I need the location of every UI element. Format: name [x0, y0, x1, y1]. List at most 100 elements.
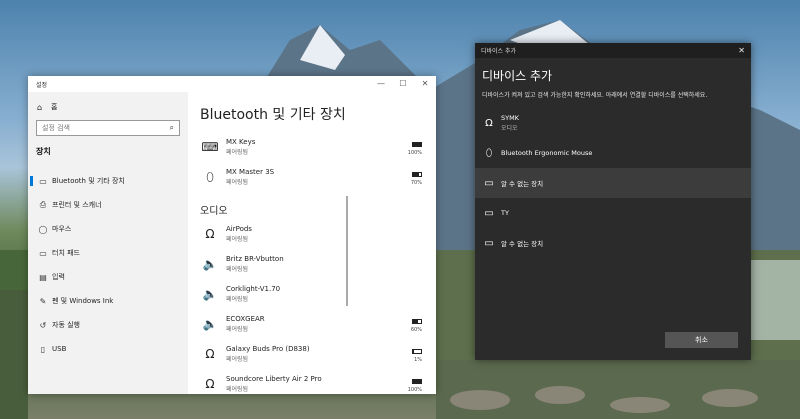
battery-indicator: 100%	[408, 140, 422, 156]
home-link[interactable]: ⌂ 홈	[28, 96, 188, 118]
device-status: 페어링됨	[226, 386, 249, 393]
device-status: 페어링됨	[226, 149, 249, 156]
settings-window: 설정 — ☐ ✕ ⌂ 홈 설정 검색 ⌕ 장치 ▭ Bluetooth 및 기타 …	[28, 76, 436, 394]
discovered-device-name: Bluetooth Ergonomic Mouse	[501, 149, 593, 157]
close-button[interactable]: ✕	[414, 76, 436, 92]
battery-percent: 70%	[410, 180, 422, 186]
sidebar-item-label: Bluetooth 및 기타 장치	[52, 177, 125, 185]
discovered-device-type: 오디오	[501, 125, 518, 132]
add-device-dialog: 디바이스 추가 ✕ 디바이스 추가 디바이스가 켜져 있고 검색 가능한지 확인…	[475, 43, 751, 360]
device-name: Corklight-V1.70	[226, 285, 281, 293]
battery-icon	[412, 379, 422, 384]
device-status: 페어링됨	[226, 266, 249, 273]
sidebar-item-label: 마우스	[52, 225, 72, 233]
scrollbar[interactable]	[346, 196, 348, 306]
search-input[interactable]: 설정 검색 ⌕	[36, 120, 180, 136]
minimize-button[interactable]: —	[370, 76, 392, 92]
sidebar-item[interactable]: ↺ 자동 실행	[28, 313, 188, 337]
mouse-icon: ⬯	[485, 147, 493, 159]
mouse-icon: ◯	[38, 224, 48, 234]
device-text: Soundcore Liberty Air 2 Pro 페어링됨	[226, 375, 322, 393]
device-name: ECOXGEAR	[226, 315, 265, 323]
device-name: AirPods	[226, 225, 252, 233]
device-status: 페어링됨	[226, 356, 249, 363]
discovered-device-text: Bluetooth Ergonomic Mouse	[501, 149, 592, 157]
search-placeholder: 설정 검색	[42, 124, 70, 132]
unknown-device-icon: ▭	[484, 237, 494, 249]
device-name: MX Master 3S	[226, 168, 275, 176]
printer-icon: ⎙	[39, 200, 47, 209]
touchpad-icon: ▭	[39, 248, 47, 258]
discovered-device-name: 알 수 없는 장치	[501, 240, 544, 248]
sidebar-item-label: 프린터 및 스캐너	[52, 201, 102, 209]
battery-percent: 1%	[414, 357, 422, 363]
headset-icon: Ω	[205, 377, 215, 391]
audio-section-heading: 오디오	[200, 206, 228, 217]
sidebar-item[interactable]: ▯ USB	[28, 337, 188, 361]
device-row[interactable]: Ω AirPods 페어링됨	[188, 219, 436, 249]
discovered-device-text: SYMK 오디오	[501, 114, 519, 132]
settings-titlebar: 설정 — ☐ ✕	[28, 76, 436, 92]
device-row[interactable]: Ω Galaxy Buds Pro (D838) 페어링됨 1%	[188, 339, 436, 369]
dialog-heading: 디바이스 추가	[482, 69, 553, 83]
battery-indicator: 100%	[408, 377, 422, 393]
battery-icon	[412, 142, 422, 147]
device-list-audio: Ω AirPods 페어링됨 🔈 Britz BR-Vbutton 페어링됨 🔈 Corkli…	[188, 219, 436, 394]
discovered-device-text: TY	[501, 209, 509, 217]
sidebar-item-label: 펜 및 Windows Ink	[52, 297, 114, 305]
device-row[interactable]: ⬯ MX Master 3S 페어링됨 70%	[188, 162, 436, 192]
page-title: Bluetooth 및 기타 장치	[200, 107, 346, 123]
device-list-input: ⌨ MX Keys 페어링됨 100% ⬯ MX Master 3S 페어링됨 70%	[188, 132, 436, 192]
sidebar-item[interactable]: ◯ 마우스	[28, 217, 188, 241]
headphones-icon: Ω	[205, 227, 215, 241]
device-row[interactable]: ⌨ MX Keys 페어링됨 100%	[188, 132, 436, 162]
search-icon: ⌕	[169, 123, 174, 132]
device-name: Britz BR-Vbutton	[226, 255, 284, 263]
battery-indicator: 60%	[411, 317, 422, 333]
discovered-device[interactable]: ⬯ Bluetooth Ergonomic Mouse	[475, 138, 751, 168]
battery-indicator: 70%	[411, 170, 422, 186]
device-row[interactable]: 🔈 Corklight-V1.70 페어링됨	[188, 279, 436, 309]
dialog-close-button[interactable]: ✕	[738, 46, 745, 55]
device-row[interactable]: Ω Soundcore Liberty Air 2 Pro 페어링됨 100%	[188, 369, 436, 394]
cancel-button[interactable]: 취소	[665, 332, 738, 348]
battery-percent: 60%	[410, 327, 422, 333]
settings-content: Bluetooth 및 기타 장치 ⌨ MX Keys 페어링됨 100% ⬯ MX Ma…	[188, 92, 436, 394]
dialog-titlebar: 디바이스 추가 ✕	[475, 43, 751, 58]
discovered-device[interactable]: Ω SYMK 오디오	[475, 108, 751, 138]
battery-icon	[412, 349, 422, 354]
settings-nav-pane: ⌂ 홈 설정 검색 ⌕ 장치 ▭ Bluetooth 및 기타 장치 ⎙ 프린터 및 …	[28, 92, 188, 394]
pen-icon: ✎	[39, 296, 47, 306]
maximize-button[interactable]: ☐	[392, 76, 414, 92]
dialog-description: 디바이스가 켜져 있고 검색 가능한지 확인하세요. 아래에서 연결할 디바이스…	[482, 92, 708, 99]
section-title: 장치	[36, 147, 51, 156]
sidebar-item[interactable]: ⎙ 프린터 및 스캐너	[28, 193, 188, 217]
sidebar-item[interactable]: ▭ 터치 패드	[28, 241, 188, 265]
device-text: ECOXGEAR 페어링됨	[226, 315, 265, 333]
discovered-device-name: SYMK	[501, 114, 519, 122]
sidebar-item[interactable]: ▤ 입력	[28, 265, 188, 289]
settings-nav-list: ▭ Bluetooth 및 기타 장치 ⎙ 프린터 및 스캐너 ◯ 마우스 ▭ 터치 패드 ▤ 입…	[28, 169, 188, 361]
device-text: Britz BR-Vbutton 페어링됨	[226, 255, 284, 273]
autoplay-icon: ↺	[39, 320, 47, 330]
discovered-device[interactable]: ▭ TY	[475, 198, 751, 228]
headset-icon: Ω	[205, 347, 215, 361]
device-row[interactable]: 🔈 ECOXGEAR 페어링됨 60%	[188, 309, 436, 339]
sidebar-item[interactable]: ✎ 펜 및 Windows Ink	[28, 289, 188, 313]
battery-icon	[412, 172, 422, 177]
sidebar-item[interactable]: ▭ Bluetooth 및 기타 장치	[28, 169, 188, 193]
headphones-icon: Ω	[485, 117, 493, 129]
device-name: Galaxy Buds Pro (D838)	[226, 345, 310, 353]
device-row[interactable]: 🔈 Britz BR-Vbutton 페어링됨	[188, 249, 436, 279]
speaker-icon: 🔈	[202, 257, 218, 271]
device-text: Corklight-V1.70 페어링됨	[226, 285, 280, 303]
mouse-icon: ⬯	[206, 169, 214, 184]
device-text: Galaxy Buds Pro (D838) 페어링됨	[226, 345, 310, 363]
settings-window-title: 설정	[36, 81, 48, 89]
battery-indicator: 1%	[412, 347, 422, 363]
discovered-device[interactable]: ▭ 알 수 없는 장치	[475, 228, 751, 258]
sidebar-item-label: USB	[52, 345, 67, 353]
home-icon: ⌂	[37, 102, 43, 112]
discovered-device[interactable]: ▭ 알 수 없는 장치	[475, 168, 751, 198]
device-text: AirPods 페어링됨	[226, 225, 252, 243]
